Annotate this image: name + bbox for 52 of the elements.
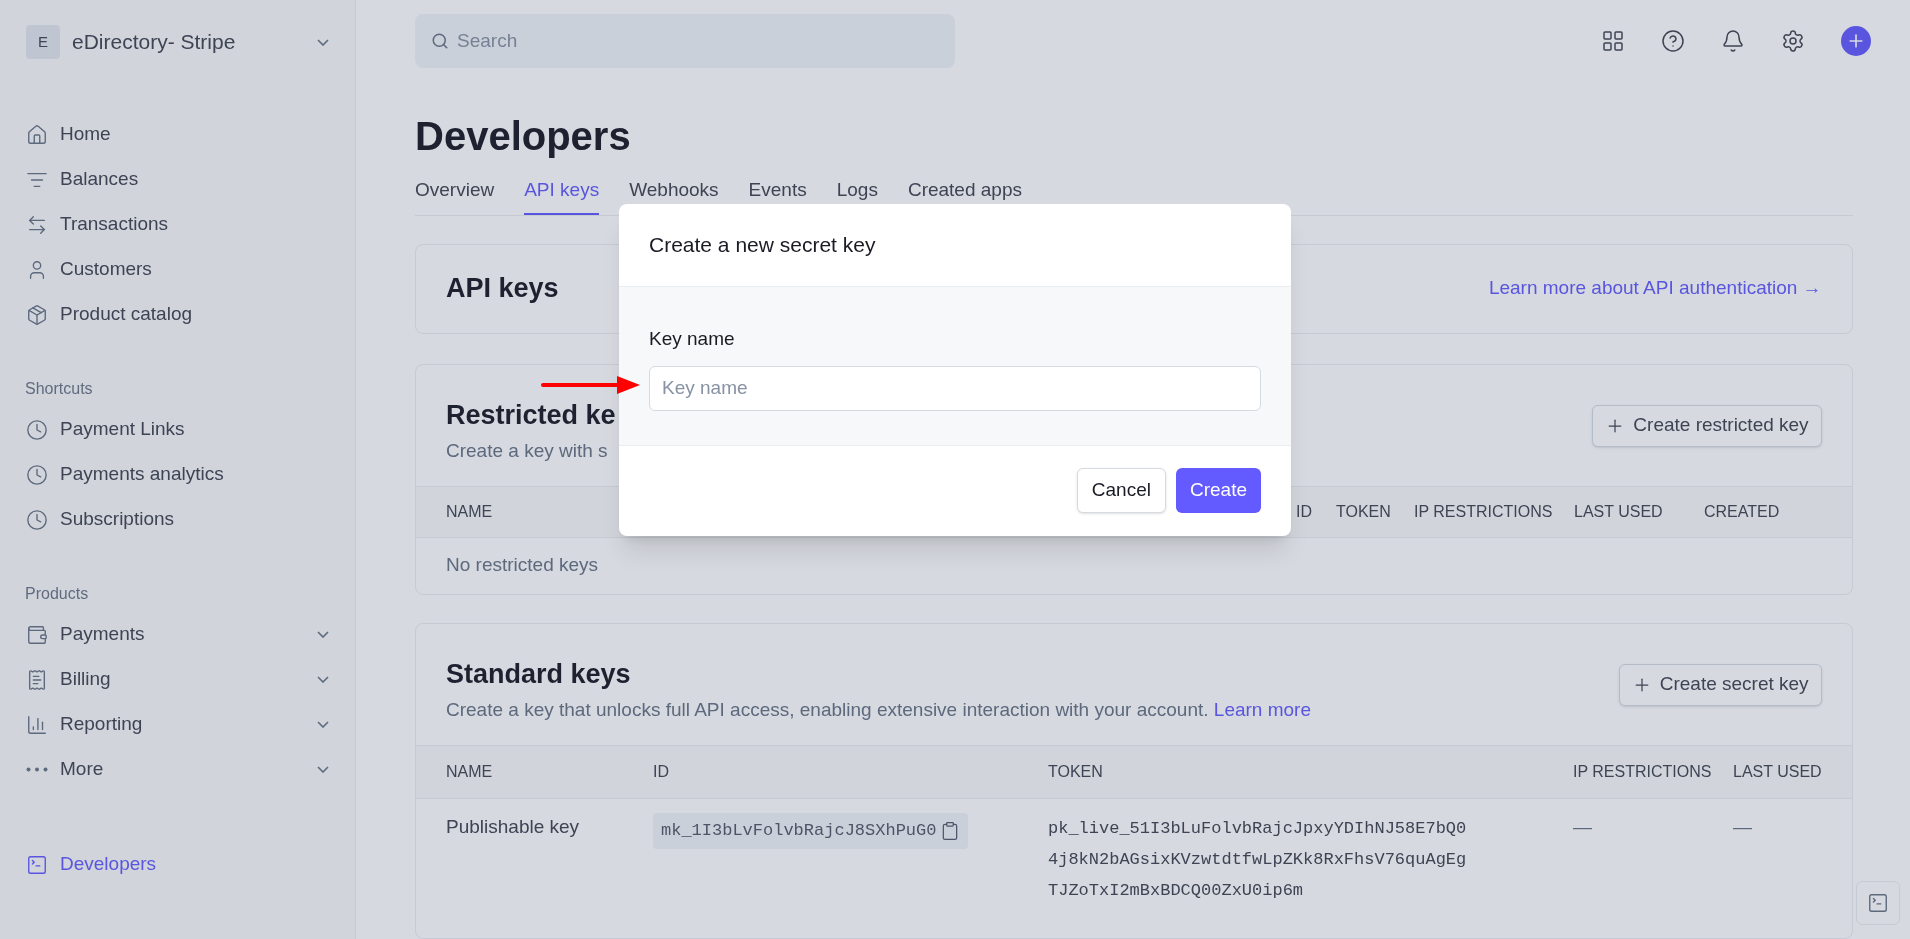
column-header: LAST USED (1733, 761, 1822, 782)
field-label: Key name (649, 327, 735, 351)
token-text: pk_live_51I3bLuFolvbRajcJpxyYDIhNJ58E7bQ0 (1048, 817, 1468, 840)
link[interactable]: Learn more (1213, 699, 1311, 720)
card-title: API keys (446, 272, 560, 306)
table-cell-text: — (1573, 814, 1593, 839)
column-header: IP RESTRICTIONS (1573, 761, 1713, 782)
card-title: Standard keys (446, 657, 631, 691)
column-header: IP RESTRICTIONS (1414, 501, 1554, 522)
token-text: TJZoTxI2mBxBDCQ00ZxU0ip6m (1048, 879, 1305, 902)
key-id-chip: mk_1I3bLvFolvbRajcJ8SXhPuG0 (653, 812, 969, 849)
sidebar-item[interactable]: Developers (18, 842, 337, 887)
sidebar-item[interactable]: Customers (18, 247, 337, 292)
sidebar-item[interactable]: Billing (18, 657, 337, 702)
tab[interactable]: API keys (524, 176, 600, 215)
create-button[interactable]: Create (1175, 468, 1261, 513)
column-header: NAME (446, 501, 494, 522)
sidebar-item[interactable]: Payment Links (18, 407, 337, 452)
sidebar-item[interactable]: More (18, 747, 337, 792)
card-description: Create a key that unlocks full API access, enabling extensive interaction with your account. Learn more (446, 698, 1312, 722)
table-cell-text: — (1733, 814, 1753, 839)
account-switcher[interactable]: E eDirectory- Stripe (18, 22, 337, 62)
link[interactable]: Learn more about API authentication → (1488, 274, 1822, 303)
empty-message: No restricted keys (445, 553, 600, 578)
tab[interactable]: Overview (415, 176, 495, 215)
cancel-button[interactable]: Cancel (1076, 468, 1166, 513)
sidebar-item[interactable]: Home (18, 112, 337, 157)
sidebar-item[interactable]: Balances (18, 157, 337, 202)
create-key-button[interactable]: Create restricted key (1592, 404, 1822, 447)
card-description: Create a key with s (446, 439, 608, 463)
table-cell-text: Publishable key (446, 814, 581, 839)
create-key-button[interactable]: Create secret key (1618, 663, 1822, 706)
token-text: 4j8kN2bAGsixKVzwtdtfwLpZKk8RxFhsV76quAgEg (1048, 848, 1468, 871)
key-name-input[interactable]: Key name (649, 365, 1261, 411)
sidebar-item[interactable]: Payments (18, 612, 337, 657)
sidebar-item[interactable]: Product catalog (18, 292, 337, 337)
section-heading: Shortcuts (24, 379, 94, 399)
card-title: Restricted ke (446, 398, 616, 432)
page-title: Developers (415, 113, 631, 160)
sidebar-item[interactable]: Payments analytics (18, 452, 337, 497)
column-header: ID (1296, 501, 1313, 522)
sidebar-item[interactable]: Transactions (18, 202, 337, 247)
sidebar-item[interactable]: Reporting (18, 702, 337, 747)
column-header: CREATED (1704, 501, 1781, 522)
column-header: LAST USED (1574, 501, 1664, 522)
section-heading: Products (24, 584, 90, 604)
account-initial: E (26, 25, 60, 59)
column-header: ID (653, 761, 670, 782)
sidebar-item[interactable]: Subscriptions (18, 497, 337, 542)
column-header: TOKEN (1048, 761, 1104, 782)
column-header: TOKEN (1336, 501, 1392, 522)
column-header: NAME (446, 761, 494, 782)
